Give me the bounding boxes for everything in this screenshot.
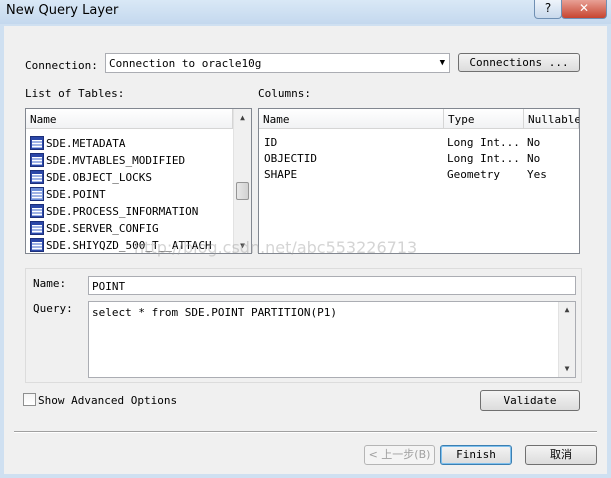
dropdown-arrow-icon: ▼ [439, 58, 445, 68]
scroll-up-icon[interactable]: ▲ [234, 113, 251, 122]
column-type: Geometry [447, 168, 500, 181]
title-bar: New Query Layer ? ✕ [0, 0, 611, 24]
table-name: SDE.METADATA [46, 137, 126, 150]
validate-button[interactable]: Validate [480, 390, 580, 411]
scroll-down-icon[interactable]: ▼ [559, 364, 575, 373]
query-label: Query: [33, 302, 73, 315]
query-scrollbar[interactable]: ▲ ▼ [558, 302, 575, 377]
table-name: SDE.POINT [46, 188, 106, 201]
connection-label: Connection: [25, 59, 98, 72]
cancel-button[interactable]: 取消 [525, 445, 597, 465]
show-advanced-checkbox[interactable] [23, 393, 36, 406]
query-group: Name: POINT Query: select * from SDE.POI… [25, 268, 582, 383]
table-row[interactable]: SDE.PROCESS_INFORMATION [26, 203, 229, 220]
column-type: Long Int... [447, 136, 520, 149]
tables-label: List of Tables: [25, 87, 125, 100]
table-icon [30, 136, 44, 150]
table-row[interactable]: SDE.OBJECT_LOCKS [26, 169, 229, 186]
table-name: SDE.MVTABLES_MODIFIED [46, 154, 186, 167]
query-textarea[interactable]: select * from SDE.POINT PARTITION(P1) ▲ … [88, 301, 576, 378]
tables-list[interactable]: Name SDE.METADATA SDE.MVTABLES_MODIFIED … [25, 108, 252, 254]
columns-name-header[interactable]: Name [259, 109, 444, 129]
separator [14, 431, 597, 433]
columns-list[interactable]: Name Type Nullable ID Long Int... No OBJ… [258, 108, 580, 254]
column-name: OBJECTID [264, 152, 317, 165]
help-button[interactable]: ? [534, 0, 562, 19]
table-name: SDE.OBJECT_LOCKS [46, 171, 152, 184]
back-button[interactable]: < 上一步(B) [364, 445, 435, 465]
column-type: Long Int... [447, 152, 520, 165]
connections-button[interactable]: Connections ... [458, 53, 580, 72]
finish-button[interactable]: Finish [440, 445, 512, 465]
table-icon [30, 204, 44, 218]
column-name: SHAPE [264, 168, 298, 181]
window-title: New Query Layer [6, 3, 119, 18]
connection-value: Connection to oracle10g [109, 57, 262, 70]
table-name: SDE.SERVER_CONFIG [46, 222, 159, 235]
show-advanced-label[interactable]: Show Advanced Options [38, 394, 177, 407]
column-row[interactable]: OBJECTID Long Int... No [259, 151, 579, 167]
scroll-up-icon[interactable]: ▲ [559, 305, 575, 314]
column-row[interactable]: ID Long Int... No [259, 135, 579, 151]
table-icon [30, 238, 44, 252]
column-nullable: No [527, 152, 541, 165]
columns-type-header[interactable]: Type [444, 109, 524, 129]
dialog-body: Connection: Connection to oracle10g ▼ Co… [4, 26, 607, 474]
watermark: http://blog.csdn.net/abc553226713 [134, 238, 418, 257]
table-row-selected[interactable]: SDE.POINT [26, 186, 229, 203]
table-icon [30, 187, 44, 201]
name-input[interactable]: POINT [88, 276, 576, 295]
table-name: SDE.PROCESS_INFORMATION [46, 205, 199, 218]
table-row[interactable]: SDE.SERVER_CONFIG [26, 220, 229, 237]
columns-label: Columns: [258, 87, 311, 100]
name-label: Name: [33, 277, 67, 290]
column-nullable: Yes [527, 168, 547, 181]
columns-nullable-header[interactable]: Nullable [524, 109, 579, 129]
table-icon [30, 170, 44, 184]
table-row[interactable]: SDE.METADATA [26, 135, 229, 152]
tables-scrollbar[interactable]: ▲ ▼ [233, 109, 251, 253]
table-icon [30, 221, 44, 235]
table-icon [30, 153, 44, 167]
query-value: select * from SDE.POINT PARTITION(P1) [92, 306, 338, 319]
name-value: POINT [92, 280, 126, 293]
tables-name-header[interactable]: Name [26, 109, 233, 129]
column-name: ID [264, 136, 278, 149]
column-row[interactable]: SHAPE Geometry Yes [259, 167, 579, 183]
table-row[interactable]: SDE.MVTABLES_MODIFIED [26, 152, 229, 169]
column-nullable: No [527, 136, 541, 149]
scroll-thumb[interactable] [236, 182, 249, 200]
connection-dropdown[interactable]: Connection to oracle10g ▼ [105, 53, 450, 73]
close-button[interactable]: ✕ [561, 0, 607, 19]
